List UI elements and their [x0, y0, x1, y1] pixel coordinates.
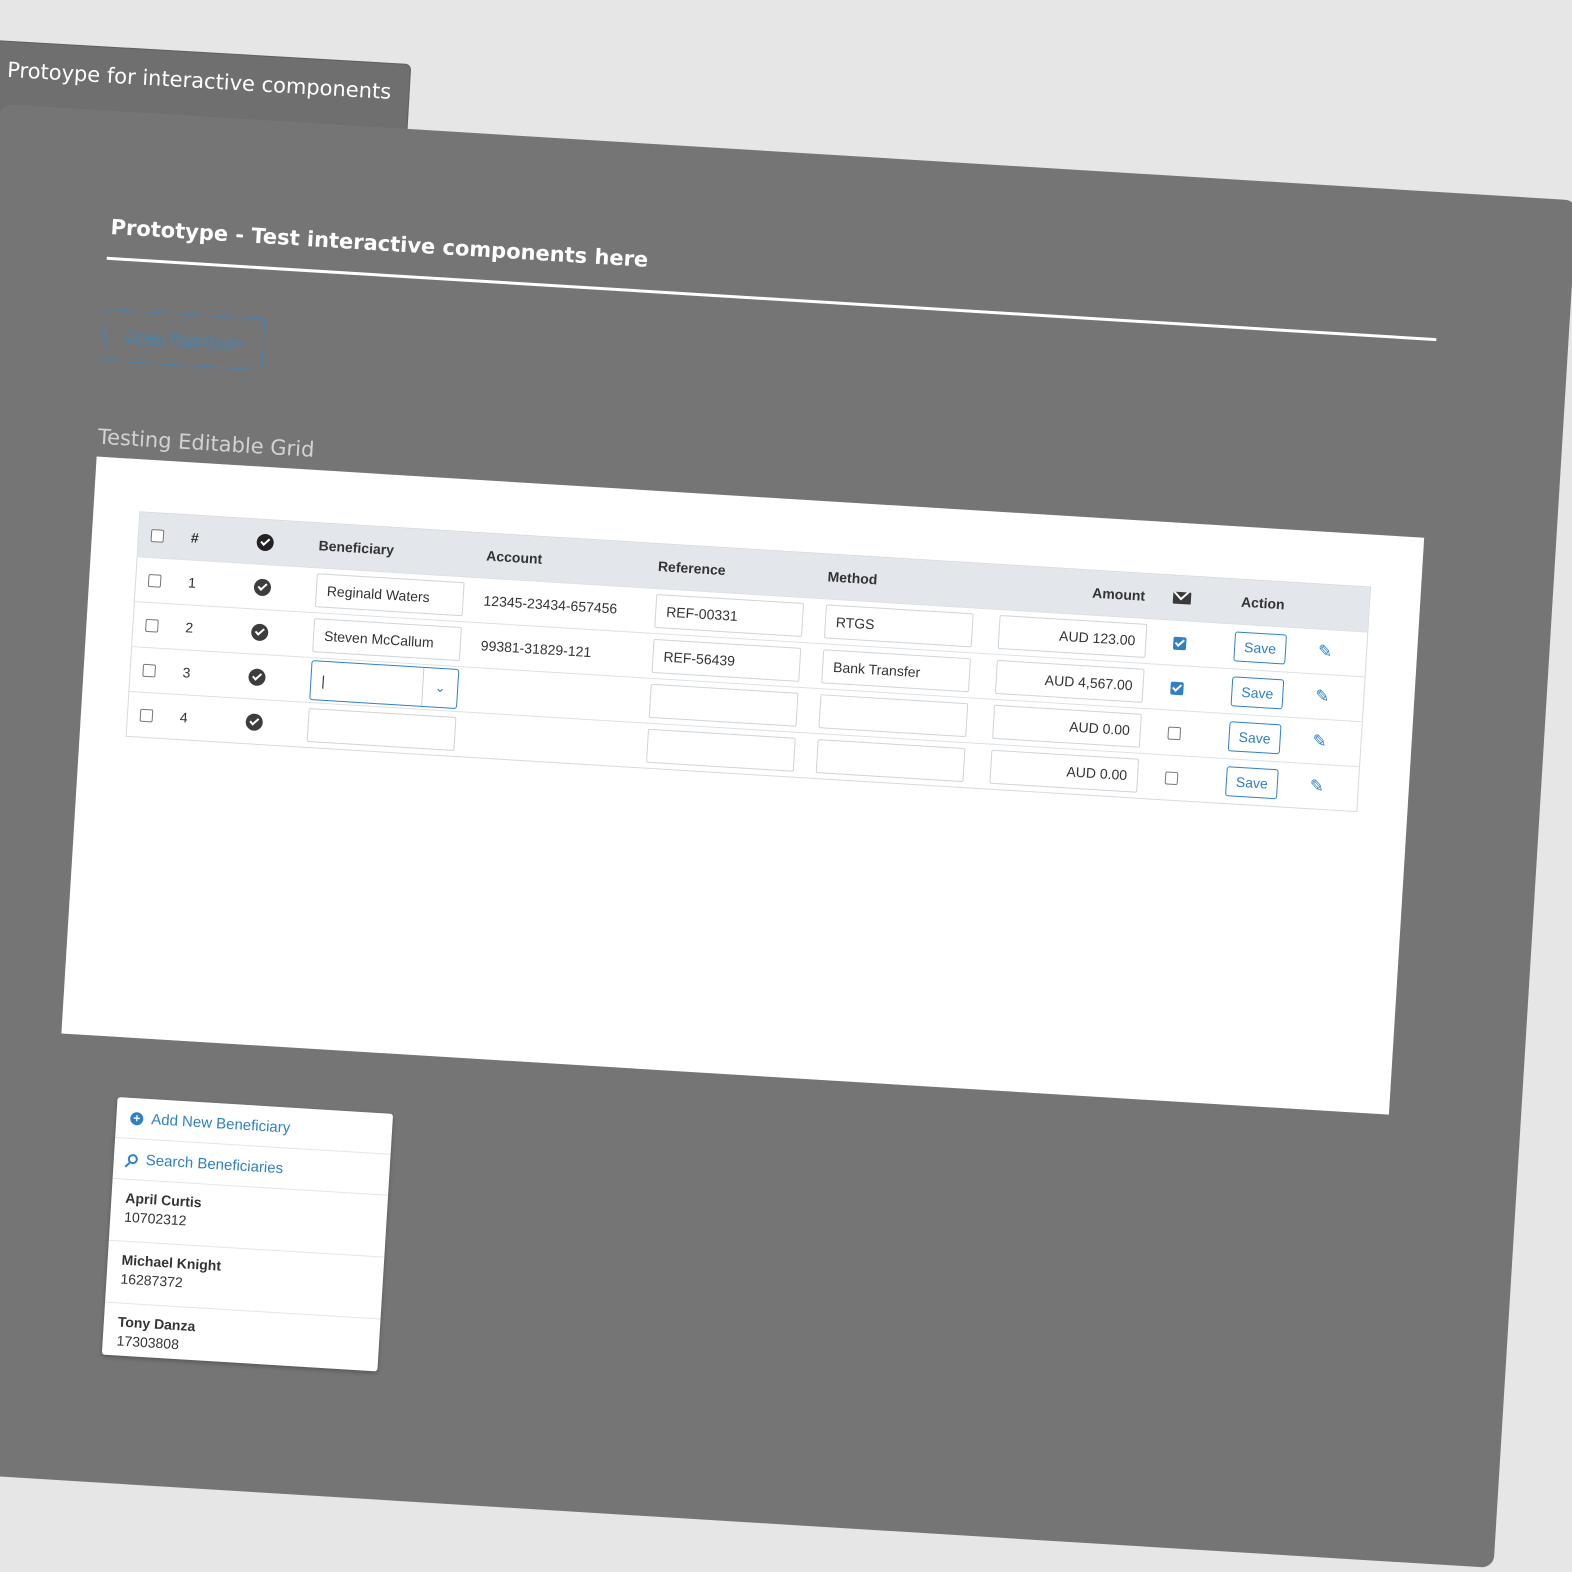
combobox-text[interactable]: | — [310, 661, 423, 706]
row-number: 1 — [187, 574, 197, 591]
row-select-checkbox[interactable] — [142, 663, 157, 678]
reference-input[interactable] — [645, 728, 796, 772]
check-circle-icon — [248, 667, 267, 686]
beneficiary-dropdown: + Add New Beneficiary Search Beneficiari… — [101, 1097, 394, 1372]
method-input[interactable] — [815, 739, 966, 783]
method-input[interactable]: Bank Transfer — [821, 649, 971, 693]
check-circle-icon — [256, 533, 275, 552]
pencil-icon[interactable]: ✎ — [1309, 776, 1324, 797]
method-input[interactable] — [818, 694, 969, 738]
header-reference: Reference — [657, 558, 727, 579]
search-beneficiaries-label: Search Beneficiaries — [145, 1151, 284, 1177]
save-button[interactable]: Save — [1227, 721, 1282, 755]
header-method: Method — [827, 568, 878, 588]
row-number: 4 — [179, 709, 189, 726]
notify-checkbox[interactable] — [1164, 770, 1178, 785]
reference-input[interactable]: REF-56439 — [651, 638, 802, 682]
title-divider — [106, 256, 1437, 342]
check-circle-icon — [253, 577, 272, 596]
amount-input[interactable]: AUD 0.00 — [992, 704, 1142, 748]
amount-input[interactable]: AUD 0.00 — [989, 749, 1140, 793]
header-beneficiary: Beneficiary — [318, 537, 395, 558]
grid-card: # Beneficiary Account Reference Method A… — [61, 456, 1425, 1115]
save-button[interactable]: Save — [1225, 766, 1279, 800]
notify-checkbox[interactable] — [1172, 636, 1187, 650]
header-num: # — [190, 529, 200, 546]
save-button[interactable]: Save — [1230, 676, 1285, 710]
row-select-checkbox[interactable] — [147, 573, 162, 588]
check-circle-icon — [250, 622, 269, 641]
row-number: 3 — [182, 664, 191, 681]
row-number: 2 — [184, 619, 194, 636]
pencil-icon[interactable]: ✎ — [1315, 686, 1330, 707]
amount-input[interactable]: AUD 4,567.00 — [994, 659, 1145, 703]
check-circle-icon — [245, 712, 264, 731]
reference-input[interactable] — [648, 683, 799, 727]
prototype-board: Prototype - Test interactive components … — [0, 104, 1572, 1568]
section-title: Testing Editable Grid — [97, 424, 316, 462]
search-icon — [127, 1153, 139, 1165]
method-input[interactable]: RTGS — [823, 604, 974, 648]
beneficiary-input[interactable]: Steven McCallum — [312, 618, 462, 662]
save-button[interactable]: Save — [1233, 631, 1288, 665]
pencil-icon[interactable]: ✎ — [1317, 641, 1332, 662]
select-all-checkbox[interactable] — [150, 528, 165, 543]
reference-input[interactable]: REF-00331 — [654, 593, 805, 637]
envelope-icon — [1172, 591, 1192, 605]
add-new-beneficiary-label: Add New Beneficiary — [150, 1110, 291, 1137]
beneficiary-input[interactable]: Reginald Waters — [314, 573, 465, 617]
open-prototype-button[interactable]: Open Prototype — [102, 308, 266, 371]
beneficiary-combobox[interactable]: | ⌄ — [309, 660, 460, 710]
row-select-checkbox[interactable] — [139, 708, 154, 722]
plus-circle-icon: + — [129, 1111, 144, 1126]
row-select-checkbox[interactable] — [145, 618, 159, 633]
chevron-down-icon[interactable]: ⌄ — [421, 667, 459, 708]
header-action: Action — [1240, 593, 1286, 613]
editable-grid: # Beneficiary Account Reference Method A… — [125, 511, 1372, 813]
header-amount: Amount — [1091, 584, 1146, 604]
notify-checkbox[interactable] — [1166, 725, 1181, 740]
beneficiary-input[interactable] — [306, 707, 457, 751]
notify-checkbox[interactable] — [1169, 681, 1184, 695]
amount-input[interactable]: AUD 123.00 — [997, 614, 1148, 658]
account-value — [474, 713, 636, 767]
pencil-icon[interactable]: ✎ — [1312, 731, 1327, 752]
